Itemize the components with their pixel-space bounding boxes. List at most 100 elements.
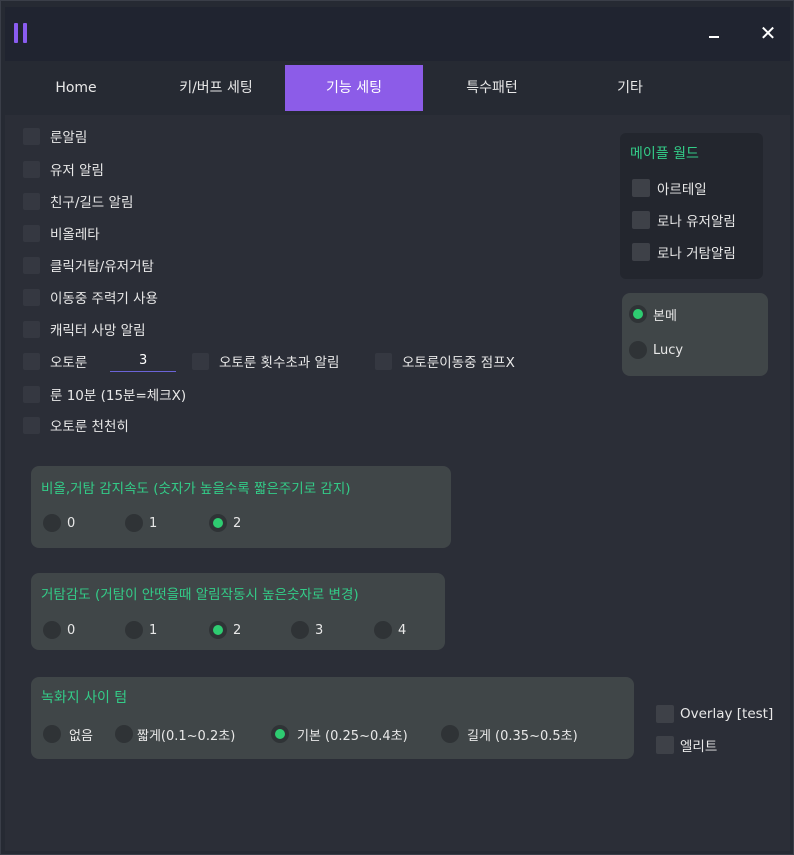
checkbox-label: 룬 10분 (15분=체크X) (50, 388, 187, 404)
rune-10min-checkbox[interactable]: 룬 10분 (15분=체크X) (23, 383, 186, 405)
checkbox-box[interactable] (23, 127, 40, 145)
radio-button[interactable] (209, 621, 227, 639)
radio-option-selected[interactable]: 본메 (629, 303, 677, 325)
radio-option[interactable]: 없음 (43, 723, 93, 745)
app-window: ✕ Home 키/버프 세팅 기능 세팅 특수패턴 기타 룬알림 유저 알림 친… (0, 0, 794, 855)
radio-button[interactable] (271, 725, 289, 743)
close-button[interactable]: ✕ (756, 21, 780, 45)
maple-world-panel: 메이플 월드 아르테일 로나 유저알림 로나 거탐알림 (620, 133, 763, 279)
checkbox-box[interactable] (375, 352, 392, 370)
tab-key-buff-settings[interactable]: 키/버프 세팅 (147, 65, 285, 111)
auto-rune-over-alert-checkbox[interactable]: 오토룬 횟수초과 알림 (192, 350, 339, 372)
radio-button[interactable] (209, 514, 227, 532)
checkbox-label: 오토룬이동중 점프X (402, 355, 515, 371)
checkbox-label: 비올레타 (50, 227, 100, 243)
checkbox-label: Overlay [test] (680, 706, 774, 722)
radio-label: 4 (398, 622, 407, 638)
checkbox-box[interactable] (23, 256, 40, 274)
checkbox-label: 친구/길드 알림 (50, 195, 134, 211)
feature-settings-panel: 룬알림 유저 알림 친구/길드 알림 비올레타 클릭거탐/유저거탐 이동중 주력… (5, 115, 790, 851)
radio-label: 1 (149, 515, 158, 531)
radio-option[interactable]: 3 (291, 619, 323, 641)
radio-button[interactable] (43, 514, 61, 532)
checkbox-box[interactable] (656, 705, 674, 723)
rune-alert-checkbox[interactable]: 룬알림 (23, 125, 87, 147)
checkbox-box[interactable] (23, 160, 40, 178)
checkbox-label: 오토룬 횟수초과 알림 (219, 355, 340, 371)
radio-option[interactable]: 0 (43, 619, 75, 641)
record-interval-group: 녹화지 사이 텀 없음 짧게(0.1~0.2초) 기본 (0.25~0.4초) … (31, 677, 634, 759)
radio-option[interactable]: 짧게(0.1~0.2초) (115, 723, 235, 745)
radio-option-selected[interactable]: 2 (209, 512, 241, 534)
title-bar: ✕ (5, 7, 790, 61)
auto-rune-checkbox[interactable]: 오토룬 (23, 350, 87, 372)
checkbox-box[interactable] (632, 179, 650, 197)
checkbox-box[interactable] (632, 243, 650, 261)
radio-label: Lucy (653, 342, 684, 358)
rona-lie-alert-checkbox[interactable]: 로나 거탐알림 (632, 241, 736, 263)
radio-label: 0 (67, 515, 76, 531)
radio-button[interactable] (291, 621, 309, 639)
radio-button[interactable] (374, 621, 392, 639)
lie-sensitivity-group: 거탐감도 (거탐이 안떳을때 알림작동시 높은숫자로 변경) 0 1 2 3 4 (31, 573, 445, 650)
checkbox-box[interactable] (23, 352, 40, 370)
radio-button[interactable] (629, 305, 647, 323)
tab-feature-settings[interactable]: 기능 세팅 (285, 65, 423, 111)
checkbox-box[interactable] (23, 224, 40, 242)
radio-label: 본메 (653, 308, 677, 324)
radio-label: 짧게(0.1~0.2초) (137, 728, 236, 744)
checkbox-box[interactable] (23, 192, 40, 210)
auto-rune-count-input[interactable]: 3 (110, 350, 176, 372)
tab-etc[interactable]: 기타 (561, 65, 699, 111)
checkbox-label: 클릭거탐/유저거탐 (50, 259, 154, 275)
click-lie-user-lie-checkbox[interactable]: 클릭거탐/유저거탐 (23, 254, 154, 276)
auto-rune-slow-checkbox[interactable]: 오토룬 천천히 (23, 414, 129, 436)
tab-home[interactable]: Home (5, 65, 147, 111)
checkbox-label: 오토룬 (50, 355, 88, 371)
checkbox-box[interactable] (23, 416, 40, 434)
minimize-button[interactable] (702, 21, 726, 45)
group-title: 거탐감도 (거탐이 안떳을때 알림작동시 높은숫자로 변경) (41, 587, 359, 603)
overlay-checkbox[interactable]: Overlay [test] (656, 703, 773, 725)
app-logo-icon (14, 23, 28, 43)
elite-checkbox[interactable]: 엘리트 (656, 734, 717, 756)
tab-special-pattern[interactable]: 특수패턴 (423, 65, 561, 111)
radio-button[interactable] (441, 725, 459, 743)
use-main-skill-moving-checkbox[interactable]: 이동중 주력기 사용 (23, 286, 158, 308)
violetta-checkbox[interactable]: 비올레타 (23, 222, 100, 244)
radio-button[interactable] (125, 621, 143, 639)
arteil-checkbox[interactable]: 아르테일 (632, 177, 707, 199)
tab-bar: Home 키/버프 세팅 기능 세팅 특수패턴 기타 (5, 65, 790, 111)
checkbox-label: 아르테일 (657, 182, 707, 198)
rona-user-alert-checkbox[interactable]: 로나 유저알림 (632, 209, 736, 231)
radio-label: 2 (233, 515, 242, 531)
radio-button[interactable] (629, 341, 647, 359)
friend-guild-alert-checkbox[interactable]: 친구/길드 알림 (23, 190, 133, 212)
radio-button[interactable] (125, 514, 143, 532)
radio-option[interactable]: 1 (125, 619, 157, 641)
user-alert-checkbox[interactable]: 유저 알림 (23, 158, 104, 180)
character-death-alert-checkbox[interactable]: 캐릭터 사망 알림 (23, 318, 146, 340)
radio-option[interactable]: 4 (374, 619, 406, 641)
radio-button[interactable] (115, 725, 133, 743)
checkbox-box[interactable] (23, 320, 40, 338)
checkbox-label: 유저 알림 (50, 163, 104, 179)
radio-button[interactable] (43, 725, 61, 743)
radio-option[interactable]: 0 (43, 512, 75, 534)
radio-option[interactable]: Lucy (629, 339, 683, 361)
radio-option[interactable]: 길게 (0.35~0.5초) (441, 723, 578, 745)
auto-rune-jump-x-checkbox[interactable]: 오토룬이동중 점프X (375, 350, 515, 372)
radio-button[interactable] (43, 621, 61, 639)
radio-option[interactable]: 1 (125, 512, 157, 534)
group-title: 비올,거탐 감지속도 (숫자가 높을수록 짧은주기로 감지) (41, 481, 351, 497)
checkbox-box[interactable] (192, 352, 209, 370)
checkbox-box[interactable] (23, 385, 40, 403)
checkbox-box[interactable] (23, 288, 40, 306)
radio-option-selected[interactable]: 2 (209, 619, 241, 641)
checkbox-box[interactable] (656, 736, 674, 754)
checkbox-box[interactable] (632, 211, 650, 229)
radio-label: 3 (315, 622, 324, 638)
radio-option-selected[interactable]: 기본 (0.25~0.4초) (271, 723, 408, 745)
checkbox-label: 엘리트 (680, 739, 718, 755)
radio-label: 기본 (0.25~0.4초) (297, 728, 408, 744)
